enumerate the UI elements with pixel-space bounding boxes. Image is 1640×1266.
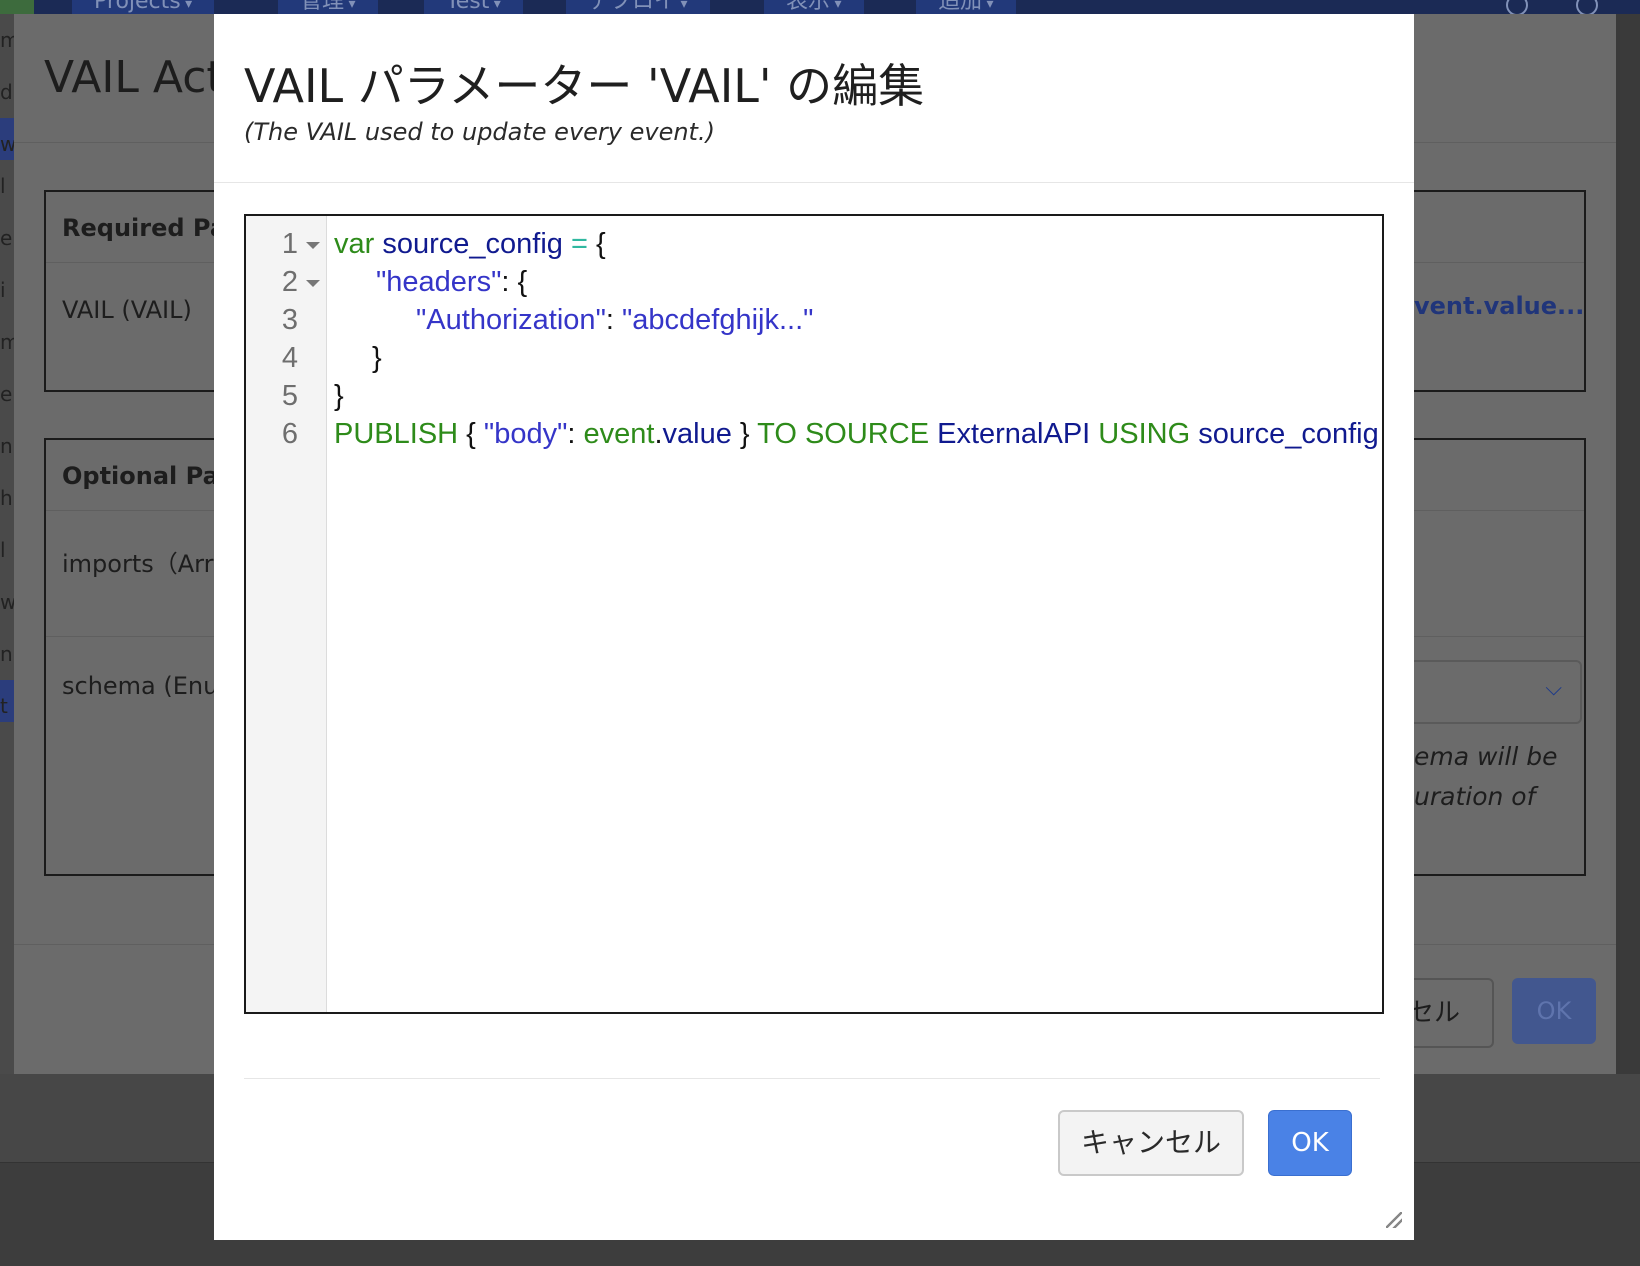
- schema-param-label: schema (Enu: [62, 672, 219, 700]
- code-token: {: [587, 228, 606, 260]
- menu-deploy[interactable]: デプロイ: [566, 0, 710, 14]
- code-token: }: [334, 380, 344, 412]
- code-token: }: [731, 418, 758, 450]
- divider: [214, 182, 1414, 183]
- code-line-1: var source_config = {: [334, 228, 606, 261]
- fold-arrow-icon[interactable]: [306, 242, 320, 249]
- menu-admin[interactable]: 管理: [278, 0, 378, 14]
- code-editor[interactable]: 1 2 3 4 5 6 var source_config = { "heade…: [244, 214, 1384, 1014]
- modal-subtitle: (The VAIL used to update every event.): [244, 118, 715, 146]
- schema-select[interactable]: ⌵: [1408, 660, 1582, 724]
- code-token: }: [372, 342, 382, 374]
- line-number: 6: [281, 418, 298, 450]
- fold-arrow-icon[interactable]: [306, 280, 320, 287]
- imports-param-label: imports（Arr: [62, 550, 214, 578]
- divider: [244, 1078, 1380, 1079]
- edit-vail-parameter-modal: VAIL パラメーター 'VAIL' の編集 (The VAIL used to…: [214, 14, 1414, 1240]
- modal-title: VAIL パラメーター 'VAIL' の編集: [244, 59, 925, 113]
- code-line-3: "Authorization": "abcdefghijk...": [416, 304, 813, 337]
- code-token: var: [334, 228, 375, 260]
- code-token: value: [662, 418, 732, 450]
- optional-params-header: Optional Par: [62, 462, 231, 490]
- search-icon[interactable]: [1506, 0, 1528, 14]
- code-token: =: [570, 228, 588, 260]
- settings-icon[interactable]: [1576, 0, 1598, 14]
- code-token: source_config: [1190, 418, 1379, 450]
- code-token: PUBLISH: [334, 418, 459, 450]
- code-token: USING: [1098, 418, 1191, 450]
- code-line-4: }: [372, 342, 382, 375]
- editor-gutter: 1 2 3 4 5 6: [246, 216, 327, 1012]
- code-token: "body": [483, 418, 568, 450]
- code-line-2: "headers": {: [376, 266, 527, 299]
- resize-handle-icon[interactable]: [1386, 1212, 1402, 1228]
- background-dialog-title: VAIL Acti: [44, 52, 236, 103]
- code-token: :: [605, 304, 622, 336]
- top-navbar: Projects 管理 Test デプロイ 表示 追加: [0, 0, 1640, 14]
- chevron-down-icon: ⌵: [1545, 676, 1562, 701]
- line-number: 4: [281, 342, 298, 374]
- code-token: "headers": [376, 266, 502, 298]
- line-number: 1: [281, 228, 298, 260]
- background-sidebar: mdwleimenhlwnt: [0, 14, 14, 1074]
- vail-param-label: VAIL (VAIL): [62, 296, 192, 324]
- menu-projects[interactable]: Projects: [72, 0, 215, 14]
- background-ok-button[interactable]: OK: [1512, 978, 1596, 1044]
- vail-value-link[interactable]: vent.value...: [1414, 292, 1584, 320]
- line-number: 2: [281, 266, 298, 298]
- background-cancel-button[interactable]: セル: [1406, 978, 1494, 1048]
- line-number: 5: [281, 380, 298, 412]
- required-params-header: Required Par: [62, 214, 238, 242]
- menu-test[interactable]: Test: [424, 0, 523, 14]
- menu-view[interactable]: 表示: [764, 0, 864, 14]
- ok-button[interactable]: OK: [1268, 1110, 1352, 1176]
- code-token: : {: [501, 266, 528, 298]
- schema-note: uration of: [1414, 782, 1536, 811]
- code-token: TO SOURCE: [757, 418, 930, 450]
- code-token: .: [654, 418, 663, 450]
- code-token: source_config: [374, 228, 571, 260]
- code-token: "abcdefghijk...": [621, 304, 814, 336]
- code-token: event: [583, 418, 655, 450]
- code-line-6: PUBLISH { "body": event.value } TO SOURC…: [334, 418, 1379, 451]
- code-token: ExternalAPI: [929, 418, 1099, 450]
- code-token: "Authorization": [416, 304, 606, 336]
- schema-note: ema will be: [1414, 742, 1558, 771]
- code-line-5: }: [334, 380, 344, 413]
- menu-add[interactable]: 追加: [916, 0, 1016, 14]
- save-button[interactable]: [0, 0, 34, 14]
- line-number: 3: [281, 304, 298, 336]
- code-token: :: [567, 418, 584, 450]
- cancel-button[interactable]: キャンセル: [1058, 1110, 1244, 1176]
- code-token: {: [458, 418, 484, 450]
